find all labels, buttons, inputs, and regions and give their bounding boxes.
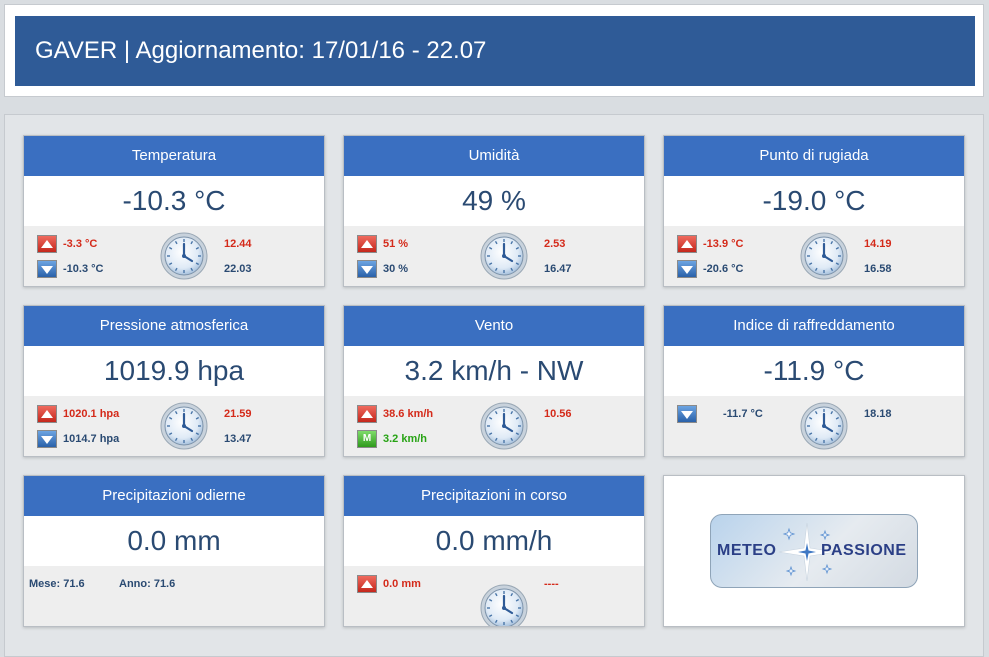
card-pressione-atmosferica: Pressione atmosferica 1019.9 hpa 1020.1 …	[23, 305, 325, 457]
monthly-total: Mese: 71.6	[29, 578, 85, 590]
clock-icon	[160, 402, 208, 450]
max-time: 12.44	[224, 238, 252, 250]
min-time: 22.03	[224, 263, 252, 275]
card-temperatura: Temperatura -10.3 °C -3.3 °C -10.3 °C 12…	[23, 135, 325, 287]
min-value: -20.6 °C	[703, 263, 744, 275]
logo-text-right: PASSIONE	[821, 542, 907, 559]
clock-icon	[800, 232, 848, 280]
card-body: -11.7 °C 18.18	[664, 396, 964, 456]
card-title: Vento	[344, 306, 644, 346]
max-value: -3.3 °C	[63, 238, 98, 250]
page-title: GAVER | Aggiornamento: 17/01/16 - 22.07	[15, 16, 975, 86]
min-value: 1014.7 hpa	[63, 433, 120, 445]
min-value: -11.7 °C	[723, 408, 763, 420]
card-body: 38.6 km/h M 3.2 km/h 10.56	[344, 396, 644, 456]
min-time: 13.47	[224, 433, 252, 445]
header-card: GAVER | Aggiornamento: 17/01/16 - 22.07	[4, 4, 984, 97]
arrow-down-icon	[37, 260, 57, 278]
arrow-up-icon	[37, 405, 57, 423]
arrow-up-icon	[357, 575, 377, 593]
max-value: -13.9 °C	[703, 238, 744, 250]
logo-card[interactable]: METEO PASSIONE	[663, 475, 965, 627]
card-precipitazioni-odierne: Precipitazioni odierne 0.0 mm Mese: 71.6…	[23, 475, 325, 627]
card-value: 0.0 mm/h	[344, 516, 644, 566]
max-value: 38.6 km/h	[383, 408, 434, 420]
card-value: -19.0 °C	[664, 176, 964, 226]
max-time: ----	[544, 578, 559, 590]
card-title: Punto di rugiada	[664, 136, 964, 176]
yearly-total: Anno: 71.6	[119, 578, 176, 590]
arrow-down-icon	[677, 260, 697, 278]
card-body: Mese: 71.6 Anno: 71.6	[24, 566, 324, 626]
clock-icon	[800, 402, 848, 450]
card-title: Precipitazioni odierne	[24, 476, 324, 516]
card-title: Umidità	[344, 136, 644, 176]
card-title: Precipitazioni in corso	[344, 476, 644, 516]
min-value: -10.3 °C	[63, 263, 104, 275]
clock-icon	[480, 584, 528, 627]
card-body: -3.3 °C -10.3 °C 12.44 22.03	[24, 226, 324, 286]
card-value: 0.0 mm	[24, 516, 324, 566]
card-body: -13.9 °C -20.6 °C 14.19 16.58	[664, 226, 964, 286]
card-value: 49 %	[344, 176, 644, 226]
max-time: 14.19	[864, 238, 892, 250]
max-value: 0.0 mm	[383, 578, 421, 590]
card-vento: Vento 3.2 km/h - NW 38.6 km/h M 3.2 km/h…	[343, 305, 645, 457]
card-precipitazioni-in-corso: Precipitazioni in corso 0.0 mm/h 0.0 mm …	[343, 475, 645, 627]
min-time: 16.47	[544, 263, 572, 275]
meteo-passione-logo[interactable]: METEO PASSIONE	[710, 514, 918, 588]
card-title: Indice di raffreddamento	[664, 306, 964, 346]
card-body: 0.0 mm ----	[344, 566, 644, 626]
arrow-up-icon	[677, 235, 697, 253]
logo-text-left: METEO	[717, 542, 777, 559]
gust-value: 3.2 km/h	[383, 433, 428, 445]
card-title: Pressione atmosferica	[24, 306, 324, 346]
card-umidita: Umidità 49 % 51 % 30 % 2.53 16.47	[343, 135, 645, 287]
card-title: Temperatura	[24, 136, 324, 176]
card-indice-di-raffreddamento: Indice di raffreddamento -11.9 °C -11.7 …	[663, 305, 965, 457]
max-time: 10.56	[544, 408, 572, 420]
arrow-down-icon	[677, 405, 697, 423]
card-body: 1020.1 hpa 1014.7 hpa 21.59 13.47	[24, 396, 324, 456]
card-value: 3.2 km/h - NW	[344, 346, 644, 396]
dashboard-panel: Temperatura -10.3 °C -3.3 °C -10.3 °C 12…	[4, 114, 984, 657]
clock-icon	[480, 232, 528, 280]
card-value: -10.3 °C	[24, 176, 324, 226]
max-time: 2.53	[544, 238, 566, 250]
card-value: 1019.9 hpa	[24, 346, 324, 396]
clock-icon	[160, 232, 208, 280]
card-body: 51 % 30 % 2.53 16.47	[344, 226, 644, 286]
arrow-up-icon	[357, 235, 377, 253]
arrow-down-icon	[357, 260, 377, 278]
wind-gust-icon: M	[357, 430, 377, 448]
min-value: 30 %	[383, 263, 409, 275]
min-time: 18.18	[864, 408, 892, 420]
arrow-up-icon	[37, 235, 57, 253]
min-time: 16.58	[864, 263, 892, 275]
card-value: -11.9 °C	[664, 346, 964, 396]
arrow-up-icon	[357, 405, 377, 423]
max-value: 1020.1 hpa	[63, 408, 120, 420]
arrow-down-icon	[37, 430, 57, 448]
max-value: 51 %	[383, 238, 409, 250]
clock-icon	[480, 402, 528, 450]
max-time: 21.59	[224, 408, 252, 420]
card-punto-di-rugiada: Punto di rugiada -19.0 °C -13.9 °C -20.6…	[663, 135, 965, 287]
